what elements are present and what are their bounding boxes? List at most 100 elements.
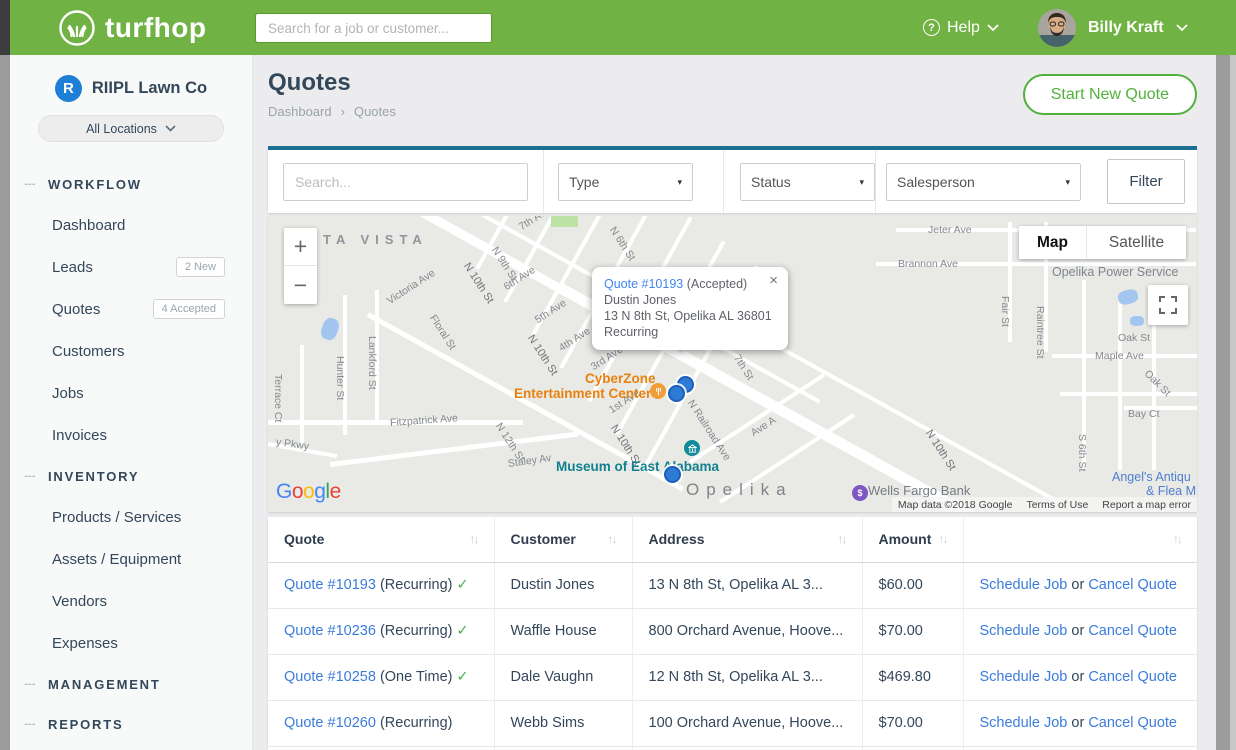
table-row: Quote #10258 (One Time) ✓Dale Vaughn12 N… [268,654,1197,700]
sidebar-item-products-services[interactable]: Products / Services [10,496,252,538]
nav-section-label: REPORTS [48,717,123,732]
fullscreen-button[interactable] [1148,285,1188,325]
accepted-check-icon: ✓ [457,577,469,593]
amount-cell: $469.80 [862,654,963,700]
column-header-quote[interactable]: Quote↑↓ [268,517,494,562]
cancel-quote-link[interactable]: Cancel Quote [1088,715,1177,731]
quote-cell: Quote #10260 (Recurring) [268,700,494,746]
map-view-button[interactable]: Map [1019,226,1086,259]
actions-cell: Schedule Job or Cancel Quote [963,562,1197,608]
wells-fargo-bank-marker[interactable]: $ [852,485,868,501]
schedule-job-link[interactable]: Schedule Job [980,715,1068,731]
chevron-down-icon [165,125,176,132]
quote-cell: Quote #10236 (Recurring) ✓ [268,608,494,654]
sidebar-item-label: Quotes [52,301,100,318]
user-menu[interactable]: Billy Kraft [1038,0,1188,55]
map-label: Oak St [1118,332,1150,344]
status-select-label: Status [751,174,791,190]
sidebar-item-dashboard[interactable]: Dashboard [10,204,252,246]
terms-of-use-link[interactable]: Terms of Use [1026,499,1088,511]
section-dashes-icon: --- [16,678,44,690]
column-header-actions[interactable]: ↑↓ [963,517,1197,562]
quote-link[interactable]: Quote #10193 [284,577,376,593]
global-search-input[interactable] [255,13,492,43]
nav-section-management[interactable]: ---MANAGEMENT [10,664,252,704]
salesperson-select[interactable]: Salesperson▾ [886,163,1081,201]
quote-type: (Recurring) [376,715,453,731]
chevron-down-icon [987,24,999,32]
cancel-quote-link[interactable]: Cancel Quote [1088,623,1177,639]
quotes-search-input[interactable] [283,163,528,201]
filter-button[interactable]: Filter [1107,159,1185,204]
satellite-view-button[interactable]: Satellite [1086,226,1186,259]
cancel-quote-link[interactable]: Cancel Quote [1088,577,1177,593]
sidebar-item-invoices[interactable]: Invoices [10,414,252,456]
google-logo-letter: o [303,480,314,503]
nav-section-workflow[interactable]: ---WORKFLOW [10,164,252,204]
quote-link[interactable]: Quote #10258 [284,669,376,685]
sidebar-item-assets-equipment[interactable]: Assets / Equipment [10,538,252,580]
sidebar-item-leads[interactable]: Leads2 New [10,246,252,288]
location-selector[interactable]: All Locations [38,115,224,142]
help-menu[interactable]: ? Help [923,0,999,55]
type-select[interactable]: Type▾ [558,163,693,201]
sort-icon: ↑↓ [939,532,947,546]
company-logo: R [55,75,82,102]
cyberzone-entertainment-center-marker[interactable] [650,383,666,399]
map-road [268,420,523,425]
zoom-out-button[interactable]: − [284,266,317,304]
water-shape [1130,316,1144,326]
zoom-in-button[interactable]: + [284,228,317,266]
map-road [1008,222,1012,342]
quotes-table-card: Quote↑↓Customer↑↓Address↑↓Amount↑↓↑↓ Quo… [268,517,1197,750]
column-header-amount[interactable]: Amount↑↓ [862,517,963,562]
quote-link[interactable]: Quote #10236 [284,623,376,639]
column-header-address[interactable]: Address↑↓ [632,517,862,562]
divider [875,150,876,213]
popup-customer: Dustin Jones [604,292,776,308]
report-map-error-link[interactable]: Report a map error [1102,499,1191,511]
sidebar-item-vendors[interactable]: Vendors [10,580,252,622]
close-icon[interactable]: × [769,273,778,289]
avatar [1038,9,1076,47]
empty-cell [632,746,862,750]
schedule-job-link[interactable]: Schedule Job [980,669,1068,685]
nav-section-label: INVENTORY [48,469,139,484]
filter-bar: Type▾ Status▾ Salesperson▾ Filter [268,146,1197,213]
quote-link[interactable]: Quote #10260 [284,715,376,731]
sidebar-item-jobs[interactable]: Jobs [10,372,252,414]
app-logo[interactable]: turfhop [58,0,206,55]
column-header-customer[interactable]: Customer↑↓ [494,517,632,562]
quote-marker[interactable] [664,466,681,483]
sidebar-item-label: Invoices [52,427,107,444]
sidebar: R RIIPL Lawn Co All Locations ---WORKFLO… [10,55,253,750]
quote-marker[interactable] [668,385,685,402]
park-shape [551,216,578,227]
nav-section-reports[interactable]: ---REPORTS [10,704,252,744]
sidebar-item-quotes[interactable]: Quotes4 Accepted [10,288,252,330]
sidebar-item-customers[interactable]: Customers [10,330,252,372]
museum-of-east-alabama-marker[interactable] [684,440,700,456]
google-logo[interactable]: Google [276,480,341,504]
sort-icon: ↑↓ [608,532,616,546]
start-new-quote-button[interactable]: Start New Quote [1023,74,1197,115]
breadcrumb-dashboard[interactable]: Dashboard [268,104,332,119]
map-label: Entertainment Center [514,386,651,401]
popup-address: 13 N 8th St, Opelika AL 36801 [604,308,776,324]
schedule-job-link[interactable]: Schedule Job [980,577,1068,593]
divider [723,150,724,213]
map[interactable]: + − Map Satellite × Quote #10193 (Accept… [268,216,1197,512]
divider [543,150,544,213]
popup-quote-link[interactable]: Quote #10193 [604,277,683,291]
cancel-quote-link[interactable]: Cancel Quote [1088,669,1177,685]
google-logo-letter: G [276,480,292,503]
salesperson-select-label: Salesperson [897,174,975,190]
type-select-label: Type [569,174,599,190]
status-select[interactable]: Status▾ [740,163,875,201]
nav-section-inventory[interactable]: ---INVENTORY [10,456,252,496]
sidebar-item-expenses[interactable]: Expenses [10,622,252,664]
scrollbar[interactable] [1216,55,1230,750]
amount-cell: $70.00 [862,608,963,654]
water-shape [1117,288,1140,307]
schedule-job-link[interactable]: Schedule Job [980,623,1068,639]
